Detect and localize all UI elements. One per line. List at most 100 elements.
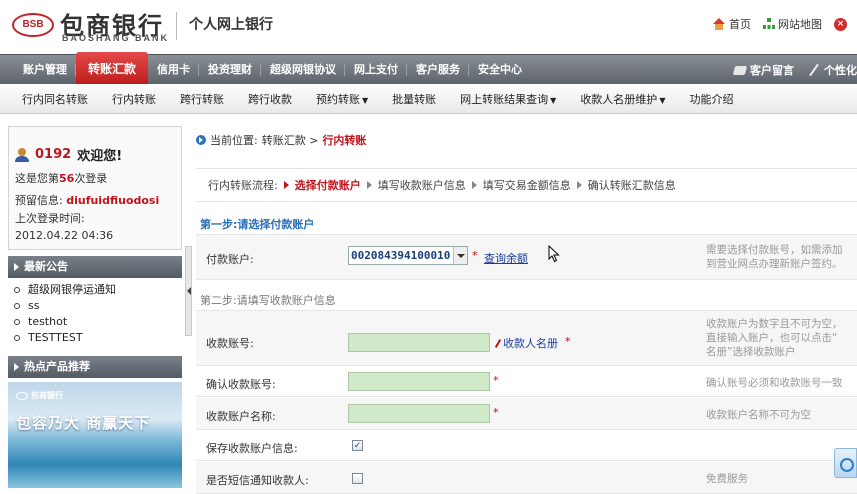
notice-item[interactable]: ss (14, 298, 176, 314)
nav-account-management[interactable]: 账户管理 (14, 55, 76, 85)
edit-icon (494, 339, 501, 348)
chevron-down-icon: ▼ (550, 96, 557, 105)
user-id: 0192 (35, 147, 72, 162)
chevron-down-icon (453, 247, 467, 264)
nav-security-center[interactable]: 安全中心 (469, 55, 531, 85)
payer-account-label: 付款账户: (206, 253, 254, 266)
main-content: 当前位置: 转账汇款 > 行内转账 行内转账流程: 选择付款账户 填写收款账户信… (196, 126, 857, 494)
notice-item[interactable]: TESTTEST (14, 330, 176, 346)
home-link[interactable]: 首页 (712, 16, 751, 32)
subnav-feature-intro[interactable]: 功能介绍 (689, 91, 744, 107)
query-balance-link[interactable]: 查询余额 (484, 250, 528, 266)
payee-account-hint: 收款账户为数字且不可为空， 直接输入账户，也可以点击“ 名册”选择收款账户 (706, 318, 843, 358)
sitemap-icon (763, 18, 775, 30)
personalize-label: 个性化 (824, 64, 857, 77)
notice-item[interactable]: 超级网银停运通知 (14, 282, 176, 298)
required-mark: * (472, 249, 478, 262)
subnav-scheduled-transfer[interactable]: 预约转账 ▼ (316, 91, 379, 107)
home-icon (712, 18, 726, 30)
subnav-intrabank-transfer[interactable]: 行内转账 (112, 91, 167, 107)
payee-account-input[interactable] (348, 333, 490, 352)
subnav-interbank-transfer[interactable]: 跨行转账 (180, 91, 235, 107)
reserved-info-value: diufuidfiuodosi (66, 194, 160, 207)
payee-name-input[interactable] (348, 404, 490, 423)
chevron-down-icon: ▼ (659, 96, 666, 105)
welcome-text: 欢迎您! (77, 149, 123, 164)
required-mark: * (565, 335, 571, 348)
bullet-icon (14, 287, 20, 293)
sidebar-collapse-handle[interactable] (185, 246, 192, 336)
subnav-batch-transfer[interactable]: 批量转账 (392, 91, 447, 107)
subnav-same-name-transfer[interactable]: 行内同名转账 (22, 91, 99, 107)
confirm-account-label: 确认收款账号: (206, 378, 276, 391)
login-count-line: 这是您第56次登录 (15, 172, 108, 185)
confirm-account-hint: 确认账号必须和收款账号一致 (706, 377, 843, 389)
notice-header[interactable]: 最新公告 (8, 256, 182, 278)
payer-account-hint: 需要选择付款账号，如需添加 到营业网点办理新账户签约。 (706, 244, 843, 270)
triangle-right-icon (366, 181, 372, 189)
payee-name-label: 收款账户名称: (206, 410, 276, 423)
nav-transfer[interactable]: 转账汇款 (76, 52, 149, 84)
sitemap-link[interactable]: 网站地图 (763, 16, 822, 32)
breadcrumb-current: 行内转账 (322, 134, 367, 147)
top-links: 首页 网站地图 × (712, 16, 847, 32)
breadcrumb-parent[interactable]: 转账汇款 > (262, 132, 319, 148)
nav-right: 客户留言 个性化 (732, 55, 857, 85)
payee-account-label: 收款账号: (206, 337, 254, 350)
subnav-transfer-result-query[interactable]: 网上转账结果查询 ▼ (460, 91, 567, 107)
payer-account-select[interactable]: 002084394100010 (348, 246, 468, 265)
required-mark: * (493, 374, 499, 387)
triangle-right-icon (471, 181, 477, 189)
bank-logo-icon (16, 391, 28, 400)
subnav-interbank-collection[interactable]: 跨行收款 (248, 91, 303, 107)
nav-customer-service[interactable]: 客户服务 (407, 55, 470, 85)
payee-name-hint: 收款账户名称不可为空 (706, 409, 811, 421)
personalize-link[interactable]: 个性化 (808, 62, 857, 78)
nav-super-ebank[interactable]: 超级网银协议 (261, 55, 346, 85)
header-divider (176, 12, 177, 40)
sms-notify-label: 是否短信通知收款人: (206, 474, 309, 487)
promo-banner[interactable]: 包商银行 包容乃大 商赢天下 (8, 382, 182, 488)
sms-notify-checkbox[interactable] (352, 473, 363, 484)
bullet-icon (14, 319, 20, 325)
flow-step-active: 选择付款账户 (294, 179, 361, 192)
arrow-circle-icon (196, 135, 206, 145)
payer-account-row: 付款账户: 002084394100010 * 查询余额 需要选择付款账号，如需… (196, 234, 857, 280)
flow-step: 确认转账汇款信息 (587, 179, 676, 192)
nav-credit-card[interactable]: 信用卡 (148, 55, 200, 85)
pen-icon (808, 64, 820, 76)
customer-message-link[interactable]: 客户留言 (732, 62, 794, 78)
transfer-flow: 行内转账流程: 选择付款账户 填写收款账户信息 填写交易金额信息 确认转账汇款信… (196, 168, 857, 202)
sms-notify-hint: 免费服务 (706, 473, 748, 485)
save-payee-checkbox[interactable]: ✓ (352, 440, 363, 451)
required-mark: * (493, 406, 499, 419)
products-header[interactable]: 热点产品推荐 (8, 356, 182, 378)
welcome-box: 0192 欢迎您! 这是您第56次登录 预留信息: diufuidfiuodos… (8, 126, 182, 250)
main-nav: 账户管理 转账汇款 信用卡 投资理财 超级网银协议 网上支付 客户服务 安全中心… (0, 52, 857, 85)
close-icon[interactable]: × (834, 17, 847, 31)
payee-name-row: 收款账户名称: * 收款账户名称不可为空 (196, 398, 857, 430)
online-service-widget[interactable] (834, 448, 857, 478)
sms-notify-row: 是否短信通知收款人: 免费服务 (196, 462, 857, 494)
bank-logo-mark: BSB (12, 13, 54, 37)
confirm-account-input[interactable] (348, 372, 490, 391)
reserved-info-line: 预留信息: diufuidfiuodosi (15, 194, 160, 207)
promo-logo: 包商银行 (16, 390, 63, 401)
nav-investment[interactable]: 投资理财 (199, 55, 262, 85)
header: BSB 包商银行 BAOSHANG BANK 个人网上银行 首页 网站地图 × (0, 0, 857, 54)
user-icon (15, 147, 29, 162)
subnav-payee-book[interactable]: 收款人名册维护 ▼ (580, 91, 676, 107)
nav-online-payment[interactable]: 网上支付 (345, 55, 408, 85)
sub-nav: 行内同名转账 行内转账 跨行转账 跨行收款 预约转账 ▼ 批量转账 网上转账结果查… (0, 85, 857, 114)
notice-item[interactable]: testhot (14, 314, 176, 330)
payee-book-link[interactable]: 收款人名册 (494, 335, 558, 351)
save-payee-row: 保存收款账户信息: ✓ (196, 431, 857, 461)
login-count: 56 (59, 172, 75, 185)
site-title: 个人网上银行 (189, 17, 273, 33)
last-login-label: 上次登录时间: (15, 212, 85, 225)
triangle-right-icon (283, 181, 289, 189)
confirm-account-row: 确认收款账号: * 确认账号必须和收款账号一致 (196, 367, 857, 397)
promo-slogan: 包容乃大 商赢天下 (16, 414, 151, 432)
save-payee-label: 保存收款账户信息: (206, 442, 298, 455)
chevron-down-icon: ▼ (362, 96, 369, 105)
